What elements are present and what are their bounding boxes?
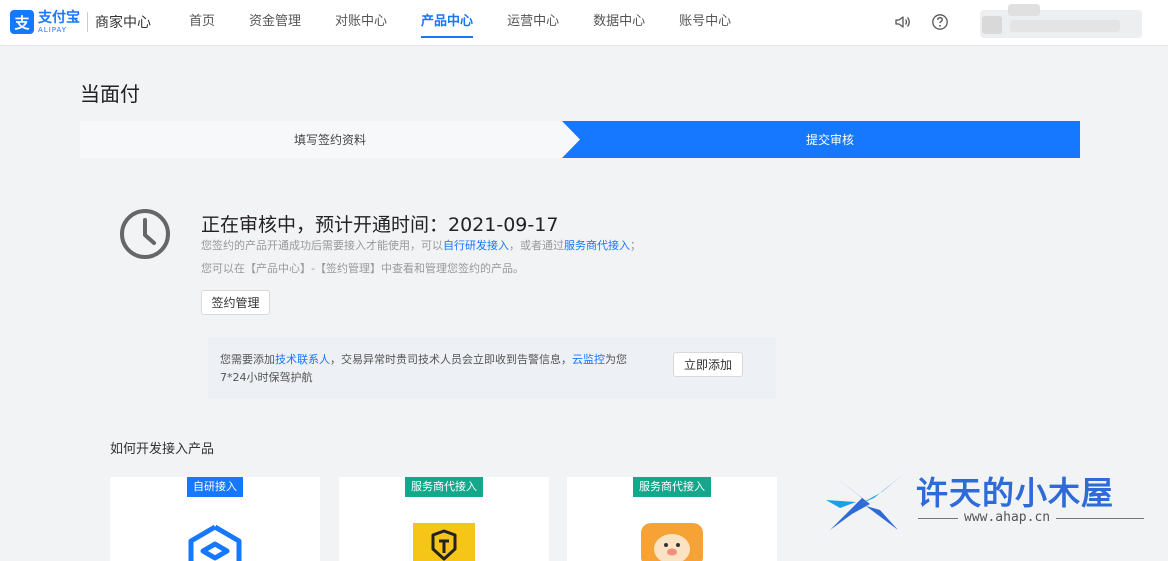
self-develop-icon xyxy=(185,523,245,561)
avatar[interactable] xyxy=(980,4,1142,40)
card-isv-access-1[interactable]: 服务商代接入 xyxy=(339,477,549,561)
watermark-text: 许天的小木屋 xyxy=(916,474,1115,512)
page-title: 当面付 xyxy=(80,82,140,106)
isv-shield-icon xyxy=(413,523,475,561)
card-badge: 服务商代接入 xyxy=(633,477,711,497)
add-now-button[interactable]: 立即添加 xyxy=(673,352,743,377)
review-status-title: 正在审核中，预计开通时间：2021-09-17 xyxy=(201,214,559,236)
self-develop-link[interactable]: 自行研发接入 xyxy=(443,239,509,252)
clock-icon xyxy=(118,207,172,261)
sign-manage-button[interactable]: 签约管理 xyxy=(201,290,270,315)
site-watermark: 许天的小木屋 www.ahap.cn xyxy=(826,468,1146,534)
card-badge: 服务商代接入 xyxy=(405,477,483,497)
step-fill-info: 填写签约资料 xyxy=(80,121,580,158)
tech-contact-link[interactable]: 技术联系人 xyxy=(275,353,330,366)
logo-cn: 支付宝 xyxy=(38,9,80,26)
isv-mascot-icon xyxy=(641,523,703,561)
logo-en: ALIPAY xyxy=(38,25,68,34)
nav-item-reconciliation[interactable]: 对账中心 xyxy=(318,0,404,46)
watermark-url: www.ahap.cn xyxy=(958,510,1057,525)
status-hint-line1: 您签约的产品开通成功后需要接入才能使用，可以自行研发接入，或者通过服务商代接入； xyxy=(201,239,641,252)
card-self-develop[interactable]: 自研接入 xyxy=(110,477,320,561)
nav-item-operations[interactable]: 运营中心 xyxy=(490,0,576,46)
isv-access-link[interactable]: 服务商代接入 xyxy=(564,239,630,252)
tech-contact-notice: 您需要添加技术联系人，交易异常时贵司技术人员会立即收到告警信息，云监控为您7*2… xyxy=(208,337,776,399)
nav-item-funds[interactable]: 资金管理 xyxy=(232,0,318,46)
nav-item-account[interactable]: 账号中心 xyxy=(662,0,748,46)
alipay-logo-icon: 支 xyxy=(10,10,34,34)
card-badge: 自研接入 xyxy=(187,477,243,497)
logo-divider xyxy=(87,12,88,32)
status-hint-line2: 您可以在【产品中心】-【签约管理】中查看和管理您签约的产品。 xyxy=(201,262,524,275)
step-progress: 填写签约资料 提交审核 xyxy=(80,121,1080,158)
top-header: 支 支付宝 ALIPAY 商家中心 首页 资金管理 对账中心 产品中心 运营中心… xyxy=(0,0,1168,46)
main-nav: 首页 资金管理 对账中心 产品中心 运营中心 数据中心 账号中心 xyxy=(172,0,748,46)
nav-item-products[interactable]: 产品中心 xyxy=(404,0,490,46)
section-title: 如何开发接入产品 xyxy=(110,442,215,457)
nav-item-home[interactable]: 首页 xyxy=(172,0,232,46)
brand-subtitle: 商家中心 xyxy=(95,15,151,31)
cloud-monitor-link[interactable]: 云监控 xyxy=(572,353,605,366)
watermark-logo-icon xyxy=(826,470,910,538)
speaker-icon[interactable] xyxy=(893,13,911,31)
alipay-logo[interactable]: 支 支付宝 ALIPAY 商家中心 xyxy=(10,10,151,34)
step-submit-review: 提交审核 xyxy=(562,121,1080,158)
help-icon[interactable] xyxy=(931,13,949,31)
nav-item-data[interactable]: 数据中心 xyxy=(576,0,662,46)
card-isv-access-2[interactable]: 服务商代接入 xyxy=(567,477,777,561)
notice-text: 您需要添加技术联系人，交易异常时贵司技术人员会立即收到告警信息，云监控为您7*2… xyxy=(220,353,627,384)
